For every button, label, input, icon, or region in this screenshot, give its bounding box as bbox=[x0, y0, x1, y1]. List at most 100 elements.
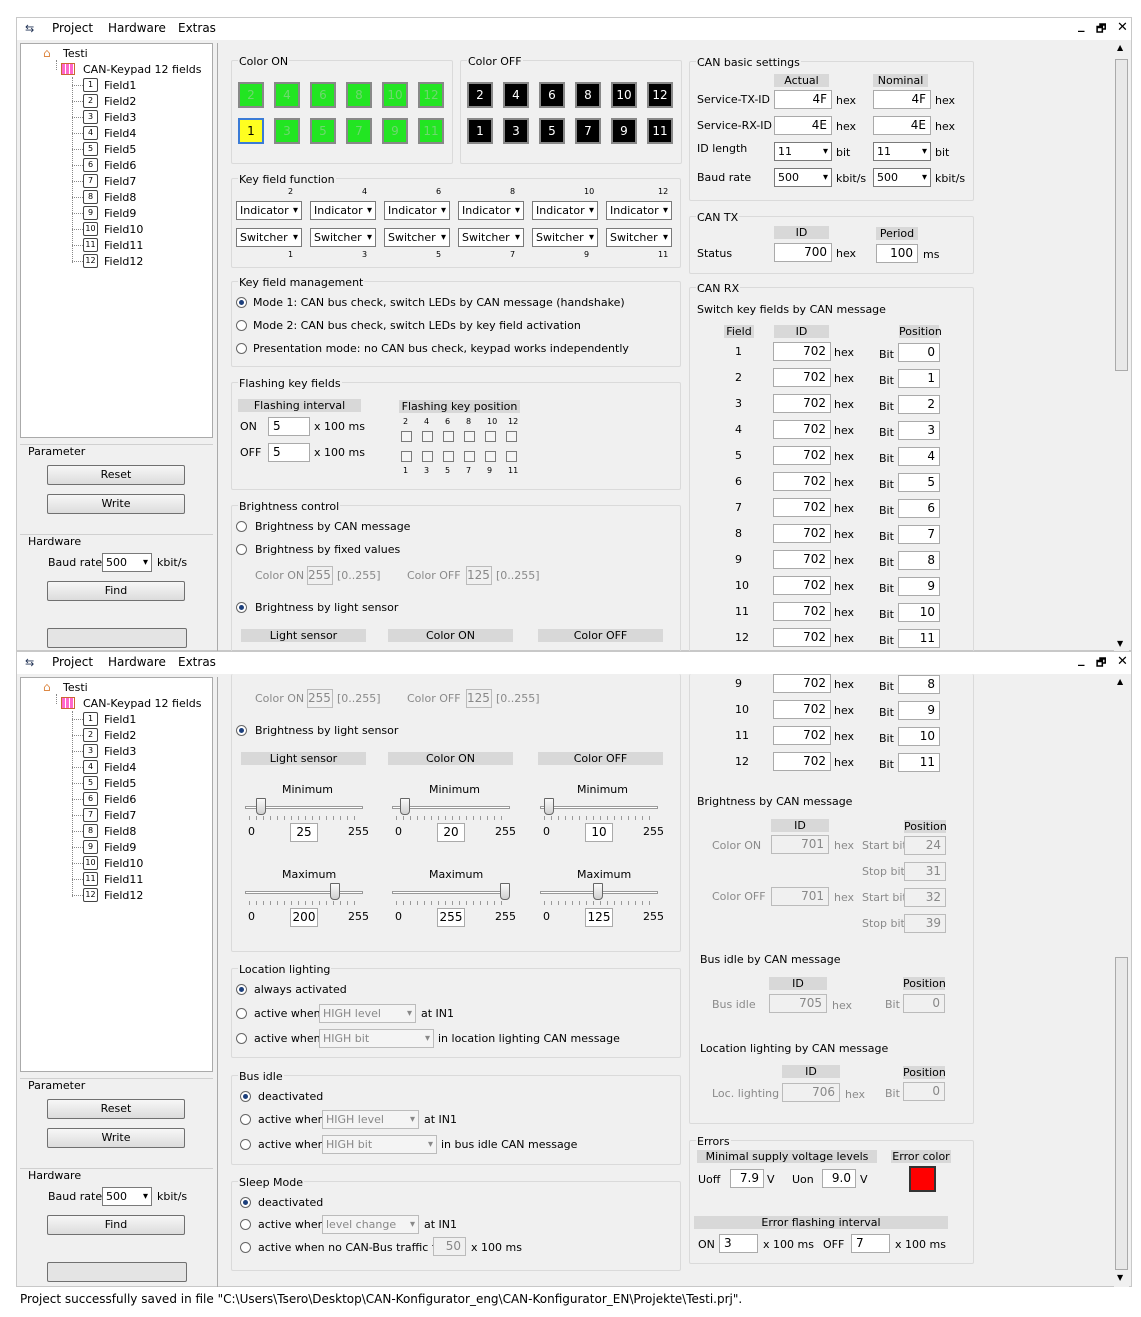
rx-position-input[interactable]: 3 bbox=[898, 421, 940, 440]
brightness-sensor-radio-2[interactable] bbox=[236, 725, 247, 736]
tree-item-field[interactable]: 5 Field5 bbox=[21, 142, 211, 157]
sleep-traffic-input[interactable]: 50 bbox=[433, 1237, 466, 1256]
indicator-select[interactable]: Indicator bbox=[532, 201, 598, 220]
rx-id-input[interactable]: 702 bbox=[773, 394, 831, 413]
rx-position-input[interactable]: 7 bbox=[898, 525, 940, 544]
maximum-slider-thumb[interactable] bbox=[500, 883, 510, 900]
color-on-key[interactable]: 10 bbox=[382, 82, 408, 108]
flash-position-checkbox[interactable] bbox=[443, 431, 454, 442]
scroll-down-icon[interactable]: ▼ bbox=[1117, 639, 1123, 648]
tree-item-field[interactable]: 1 Field1 bbox=[21, 78, 211, 93]
scroll-up-icon-2[interactable]: ▲ bbox=[1117, 677, 1123, 686]
project-tree[interactable]: ⌂ Testi CAN-Keypad 12 fields 1 Field1 2 Field2… bbox=[20, 43, 213, 438]
flash-position-checkbox[interactable] bbox=[443, 451, 454, 462]
loc-bit-radio[interactable] bbox=[236, 1033, 247, 1044]
color-off-key[interactable]: 2 bbox=[467, 82, 493, 108]
minimize-icon[interactable]: _ bbox=[1078, 18, 1085, 33]
maximum-value-input[interactable]: 255 bbox=[437, 908, 465, 927]
tree-item-field[interactable]: 11 Field11 bbox=[21, 872, 211, 887]
bic-id-input[interactable]: 705 bbox=[769, 994, 827, 1013]
reset-button[interactable]: Reset bbox=[47, 465, 185, 485]
vertical-scrollbar-2[interactable]: ▲ ▼ bbox=[1114, 677, 1129, 1287]
loc-level-select[interactable]: HIGH level bbox=[319, 1004, 416, 1023]
baud-actual-select[interactable]: 500 bbox=[774, 168, 832, 187]
rx-id-nominal-input[interactable]: 4E bbox=[873, 116, 931, 135]
tree-item-field[interactable]: 11 Field11 bbox=[21, 238, 211, 253]
minimum-value-input[interactable]: 25 bbox=[290, 823, 318, 842]
lc-id-input[interactable]: 706 bbox=[782, 1083, 840, 1102]
menu-extras[interactable]: Extras bbox=[178, 21, 216, 35]
brightness-can-radio[interactable] bbox=[236, 521, 247, 532]
flash-position-checkbox[interactable] bbox=[401, 451, 412, 462]
flash-off-input[interactable]: 5 bbox=[268, 443, 310, 462]
tx-id-nominal-input[interactable]: 4F bbox=[873, 90, 931, 109]
rx-position-input[interactable]: 5 bbox=[898, 473, 940, 492]
tree-item-field[interactable]: 3 Field3 bbox=[21, 744, 211, 759]
color-on-key[interactable]: 7 bbox=[346, 118, 372, 144]
baud-rate-select[interactable]: 500 bbox=[102, 553, 152, 572]
scrollbar-thumb-2[interactable] bbox=[1115, 957, 1128, 1270]
write-button-2[interactable]: Write bbox=[47, 1128, 185, 1148]
tx-period-input[interactable]: 100 bbox=[876, 244, 918, 263]
color-off-key[interactable]: 11 bbox=[647, 118, 673, 144]
tree-item-field[interactable]: 10 Field10 bbox=[21, 856, 211, 871]
lc-bit-input[interactable]: 0 bbox=[903, 1082, 945, 1101]
flash-position-checkbox[interactable] bbox=[485, 431, 496, 442]
close-icon-2[interactable]: ✕ bbox=[1117, 654, 1128, 669]
bcan-off-start[interactable]: 32 bbox=[904, 888, 946, 907]
color-off-key[interactable]: 8 bbox=[575, 82, 601, 108]
idle-level-select[interactable]: HIGH level bbox=[322, 1110, 419, 1129]
mode2-radio[interactable] bbox=[236, 320, 247, 331]
rx-id-input[interactable]: 702 bbox=[773, 576, 831, 595]
scroll-down-icon-2[interactable]: ▼ bbox=[1117, 1273, 1123, 1282]
color-on-key[interactable]: 6 bbox=[310, 82, 336, 108]
flash-position-checkbox[interactable] bbox=[506, 431, 517, 442]
maximum-slider-thumb[interactable] bbox=[592, 883, 603, 900]
color-on-key[interactable]: 9 bbox=[382, 118, 408, 144]
rx-position-input[interactable]: 9 bbox=[898, 701, 940, 720]
color-off-key[interactable]: 12 bbox=[647, 82, 673, 108]
color-off-key[interactable]: 7 bbox=[575, 118, 601, 144]
flash-position-checkbox[interactable] bbox=[422, 431, 433, 442]
flash-position-checkbox[interactable] bbox=[464, 431, 475, 442]
flash-position-checkbox[interactable] bbox=[485, 451, 496, 462]
tree-item-field[interactable]: 3 Field3 bbox=[21, 110, 211, 125]
flash-position-checkbox[interactable] bbox=[464, 451, 475, 462]
fixed-color-off-input-2[interactable]: 125 bbox=[466, 689, 492, 708]
tree-item-field[interactable]: 1 Field1 bbox=[21, 712, 211, 727]
rx-position-input[interactable]: 11 bbox=[898, 753, 940, 772]
indicator-select[interactable]: Indicator bbox=[384, 201, 450, 220]
baud-rate-select-2[interactable]: 500 bbox=[102, 1187, 152, 1206]
switcher-select[interactable]: Switcher bbox=[384, 228, 450, 247]
rx-position-input[interactable]: 0 bbox=[898, 343, 940, 362]
tree-item-field[interactable]: 7 Field7 bbox=[21, 808, 211, 823]
flash-on-input[interactable]: 5 bbox=[268, 417, 310, 436]
rx-position-input[interactable]: 8 bbox=[898, 675, 940, 694]
sleep-level-radio[interactable] bbox=[240, 1219, 251, 1230]
err-on-input[interactable]: 3 bbox=[719, 1234, 758, 1253]
maximum-value-input[interactable]: 125 bbox=[585, 908, 613, 927]
uon-input[interactable]: 9.0 bbox=[822, 1169, 856, 1188]
bic-bit-input[interactable]: 0 bbox=[903, 994, 945, 1013]
bcan-on-stop[interactable]: 31 bbox=[904, 862, 946, 881]
id-length-nominal-select[interactable]: 11 bbox=[873, 142, 931, 161]
restore-icon-2[interactable]: 🗗 bbox=[1096, 654, 1106, 673]
tree-item-field[interactable]: 8 Field8 bbox=[21, 824, 211, 839]
vertical-scrollbar[interactable]: ▲ ▼ bbox=[1114, 43, 1129, 651]
uoff-input[interactable]: 7.9 bbox=[730, 1169, 764, 1188]
loc-level-radio[interactable] bbox=[236, 1008, 247, 1019]
tree-item-field[interactable]: 6 Field6 bbox=[21, 158, 211, 173]
color-on-key[interactable]: 1 bbox=[238, 118, 264, 144]
indicator-select[interactable]: Indicator bbox=[310, 201, 376, 220]
scrollbar-thumb[interactable] bbox=[1115, 59, 1128, 371]
rx-position-input[interactable]: 8 bbox=[898, 551, 940, 570]
fixed-color-off-input[interactable]: 125 bbox=[466, 566, 492, 585]
idle-bit-select[interactable]: HIGH bit bbox=[322, 1135, 437, 1154]
minimum-slider-thumb[interactable] bbox=[255, 798, 266, 815]
switcher-select[interactable]: Switcher bbox=[606, 228, 672, 247]
minimum-slider-thumb[interactable] bbox=[544, 798, 555, 815]
brightness-sensor-radio[interactable] bbox=[236, 602, 247, 613]
tree-item-field[interactable]: 4 Field4 bbox=[21, 126, 211, 141]
maximum-slider-thumb[interactable] bbox=[329, 883, 340, 900]
sleep-level-select[interactable]: level change bbox=[322, 1215, 419, 1234]
